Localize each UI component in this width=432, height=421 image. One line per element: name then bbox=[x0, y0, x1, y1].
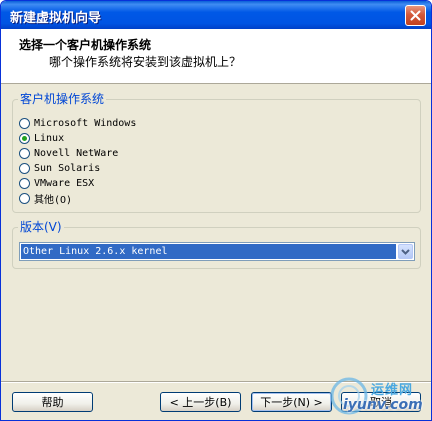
watermark: 运维网 iyunv.com bbox=[327, 373, 431, 420]
radio-button[interactable] bbox=[19, 147, 30, 159]
wizard-window: 新建虚拟机向导 选择一个客户机操作系统 哪个操作系统将安装到该虚拟机上？ 客户机… bbox=[0, 0, 432, 421]
radio-button[interactable] bbox=[19, 162, 30, 174]
back-button[interactable]: < 上一步(B) bbox=[160, 392, 241, 412]
radio-button[interactable] bbox=[19, 117, 30, 129]
close-button[interactable] bbox=[405, 5, 426, 26]
help-button[interactable]: 帮助 bbox=[12, 392, 93, 412]
page-title: 选择一个客户机操作系统 bbox=[19, 38, 152, 52]
next-button[interactable]: 下一步(N) > bbox=[251, 392, 332, 412]
close-icon bbox=[410, 10, 421, 21]
radio-label: Novell NetWare bbox=[34, 147, 119, 159]
radio-novell-netware[interactable]: Novell NetWare bbox=[19, 146, 118, 160]
radio-vmware-esx[interactable]: VMware ESX bbox=[19, 176, 94, 190]
radio-microsoft-windows[interactable]: Microsoft Windows bbox=[19, 116, 136, 130]
radio-other[interactable]: 其他(O) bbox=[19, 191, 73, 206]
watermark-url: iyunv.com bbox=[343, 397, 423, 413]
version-group-label: 版本(V) bbox=[18, 219, 64, 235]
version-select-value: Other Linux 2.6.x kernel bbox=[21, 244, 396, 259]
radio-label: Microsoft Windows bbox=[34, 117, 137, 129]
radio-button-checked[interactable] bbox=[19, 132, 30, 144]
page-subtitle: 哪个操作系统将安装到该虚拟机上？ bbox=[49, 55, 242, 69]
radio-button[interactable] bbox=[19, 192, 30, 204]
radio-sun-solaris[interactable]: Sun Solaris bbox=[19, 161, 100, 175]
radio-label: Linux bbox=[34, 132, 65, 144]
guest-os-group-label: 客户机操作系统 bbox=[18, 91, 107, 107]
radio-label: 其他(O) bbox=[34, 194, 73, 206]
radio-label: Sun Solaris bbox=[34, 162, 101, 174]
guest-os-group: 客户机操作系统 Microsoft Windows Linux Novell N… bbox=[12, 91, 421, 213]
title-bar[interactable]: 新建虚拟机向导 bbox=[1, 1, 431, 29]
dropdown-button[interactable] bbox=[398, 244, 413, 259]
wizard-header: 选择一个客户机操作系统 哪个操作系统将安装到该虚拟机上？ bbox=[1, 29, 431, 84]
version-group: 版本(V) Other Linux 2.6.x kernel bbox=[12, 219, 421, 269]
version-select[interactable]: Other Linux 2.6.x kernel bbox=[19, 242, 415, 261]
radio-button[interactable] bbox=[19, 177, 30, 189]
radio-linux[interactable]: Linux bbox=[19, 131, 64, 145]
radio-label: VMware ESX bbox=[34, 177, 95, 189]
window-title: 新建虚拟机向导 bbox=[10, 11, 102, 26]
watermark-name: 运维网 bbox=[371, 383, 414, 398]
chevron-down-icon bbox=[401, 248, 410, 255]
